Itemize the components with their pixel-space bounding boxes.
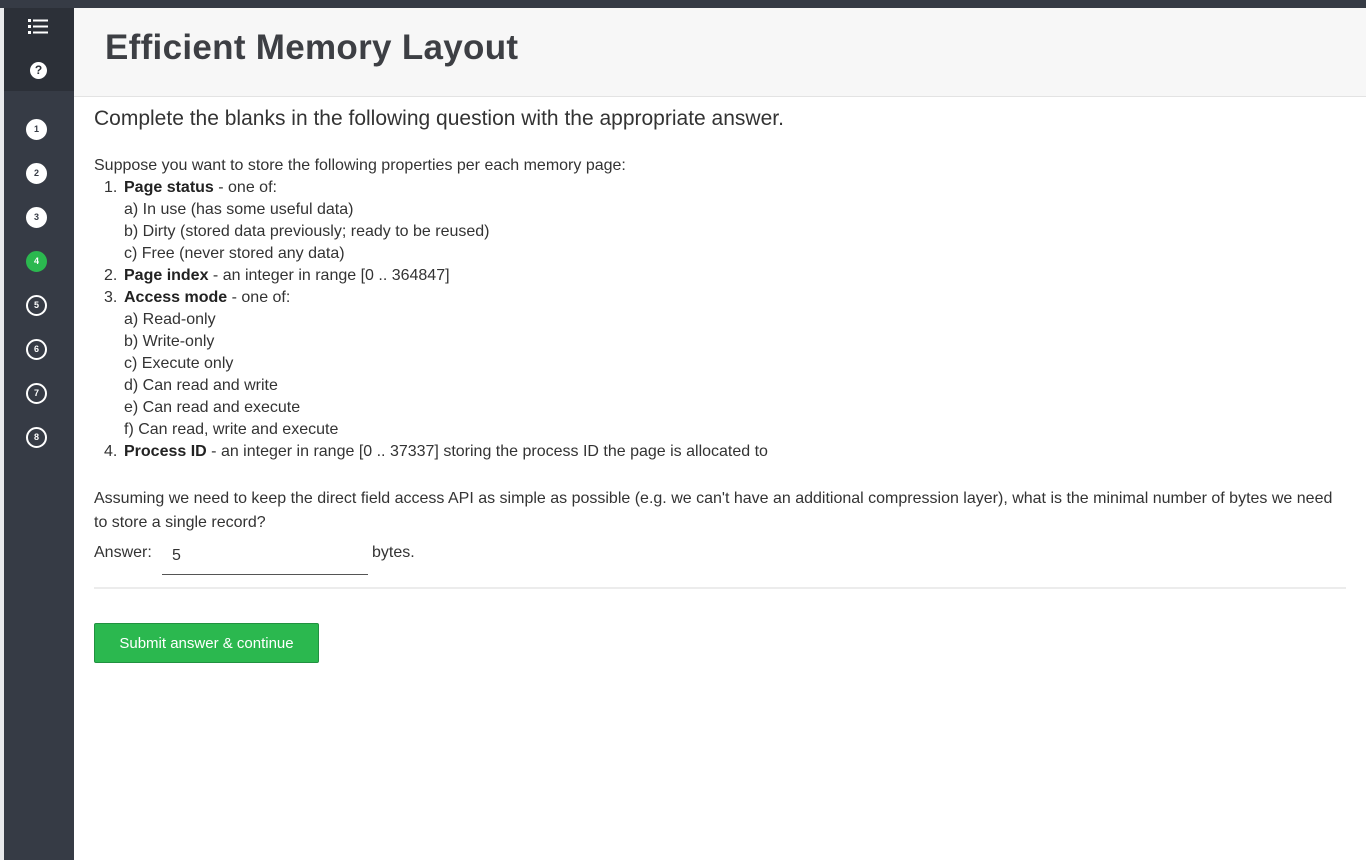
page-header: Efficient Memory Layout <box>74 8 1366 97</box>
step-7-button[interactable]: 7 <box>26 383 47 404</box>
answer-input[interactable] <box>162 541 368 575</box>
sidebar: ? 1 2 3 4 5 6 7 8 <box>0 8 74 860</box>
step-3-button[interactable]: 3 <box>26 207 47 228</box>
instruction-text: Complete the blanks in the following que… <box>94 107 784 130</box>
property-number: 2. <box>104 267 118 284</box>
property-name: Process ID <box>124 443 207 460</box>
property-description: - an integer in range [0 .. 37337] stori… <box>206 443 768 460</box>
properties-list: 1. Page status - one of: a) In use (has so… <box>94 177 1346 463</box>
step-5-button[interactable]: 5 <box>26 295 47 316</box>
intro-text: Suppose you want to store the following … <box>94 157 626 174</box>
property-number: 1. <box>104 179 118 196</box>
answer-label: Answer: <box>94 544 152 561</box>
property-option: a) In use (has some useful data) <box>124 201 354 218</box>
property-number: 4. <box>104 443 118 460</box>
property-name: Page status <box>124 179 214 196</box>
submit-button[interactable]: Submit answer & continue <box>94 623 319 663</box>
property-description: - an integer in range [0 .. 364847] <box>208 267 450 284</box>
step-1-button[interactable]: 1 <box>26 119 47 140</box>
property-description: - one of: <box>213 179 277 196</box>
property-option: e) Can read and execute <box>124 399 301 416</box>
list-icon[interactable] <box>28 18 50 36</box>
property-name: Page index <box>124 267 209 284</box>
property-option: f) Can read, write and execute <box>124 421 339 438</box>
answer-unit: bytes. <box>372 544 415 561</box>
property-option: c) Execute only <box>124 355 234 372</box>
property-number: 3. <box>104 289 118 306</box>
property-item: 2. Page index - an integer in range [0 ..… <box>94 265 1346 287</box>
property-option: b) Dirty (stored data previously; ready … <box>124 223 490 240</box>
question-body: Suppose you want to store the following … <box>94 155 1346 463</box>
question-icon[interactable]: ? <box>30 62 47 79</box>
property-item: 4. Process ID - an integer in range [0 ..… <box>94 441 1346 463</box>
property-item: 3. Access mode - one of: <box>94 287 1346 309</box>
divider <box>94 587 1346 589</box>
property-option: d) Can read and write <box>124 377 278 394</box>
property-description: - one of: <box>227 289 291 306</box>
property-option: a) Read-only <box>124 311 216 328</box>
top-bar <box>0 0 1366 8</box>
property-option: c) Free (never stored any data) <box>124 245 345 262</box>
step-4-button[interactable]: 4 <box>26 251 47 272</box>
sidebar-edge <box>0 8 4 860</box>
property-name: Access mode <box>124 289 228 306</box>
page-title: Efficient Memory Layout <box>105 28 519 67</box>
step-2-button[interactable]: 2 <box>26 163 47 184</box>
property-option: b) Write-only <box>124 333 215 350</box>
question-text: Assuming we need to keep the direct fiel… <box>94 490 1333 531</box>
property-item: 1. Page status - one of: <box>94 177 1346 199</box>
step-6-button[interactable]: 6 <box>26 339 47 360</box>
step-8-button[interactable]: 8 <box>26 427 47 448</box>
